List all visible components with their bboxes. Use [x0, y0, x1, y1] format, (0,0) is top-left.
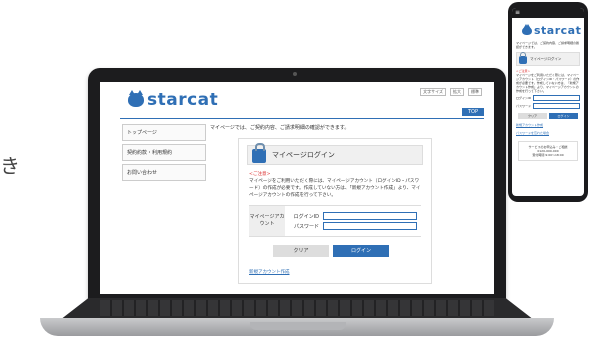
phone-screen: ≡ starcat マイページでは、ご契約内容、ご請求明細の確認ができます。 マ…	[512, 8, 584, 196]
login-form: マイページアカウント ログインID パスワード	[249, 205, 421, 237]
nav-item-terms[interactable]: 契約約款・利用規約	[122, 144, 206, 161]
login-box: マイページログイン <ご注意> マイページをご利用いただく際には、マイページアカ…	[238, 138, 432, 284]
phone-login-button[interactable]: ログイン	[549, 113, 578, 119]
phone-new-account-link[interactable]: 新規アカウント作成	[516, 123, 580, 127]
font-size-link[interactable]: 文字サイズ	[420, 88, 446, 96]
phone-password-input[interactable]	[533, 103, 580, 109]
laptop-keys	[100, 300, 494, 316]
footer-hours: 受付時間 9:00〜18:00	[532, 153, 564, 157]
login-title: マイページログイン	[272, 151, 335, 159]
nav-item-contact[interactable]: お問い合わせ	[122, 164, 206, 181]
password-label: パスワード	[293, 223, 319, 230]
camera-dot	[293, 72, 297, 76]
phone-logo[interactable]: starcat	[522, 23, 584, 37]
side-nav: トップページ 契約約款・利用規約 お問い合わせ	[122, 124, 206, 184]
login-header: マイページログイン	[247, 143, 423, 165]
enlarge-link[interactable]: 拡大	[450, 88, 464, 96]
clear-button[interactable]: クリア	[273, 245, 329, 257]
intro-text: マイページでは、ご契約内容、ご請求明細の確認ができます。	[210, 125, 350, 131]
cat-logo-icon	[128, 90, 144, 107]
phone-login-id-input[interactable]	[533, 95, 580, 101]
login-id-input[interactable]	[323, 212, 417, 220]
cat-logo-icon	[522, 23, 532, 35]
phone-intro: マイページでは、ご契約内容、ご請求明細の確認ができます。	[516, 41, 579, 49]
laptop-screen: starcat 文字サイズ 拡大 標準 TOP トップページ 契約約款・利用規約…	[100, 82, 494, 294]
notice-body: マイページをご利用いただく際には、マイページアカウント（ログインID・パスワード…	[249, 179, 421, 198]
phone-forgot-password-link[interactable]: パスワードを忘れた場合	[516, 131, 580, 135]
laptop-lid: starcat 文字サイズ 拡大 標準 TOP トップページ 契約約款・利用規約…	[88, 68, 506, 300]
side-text: き	[0, 154, 20, 178]
top-button[interactable]: TOP	[462, 108, 484, 116]
password-input[interactable]	[323, 222, 417, 230]
phone-frame: ≡ starcat マイページでは、ご契約内容、ご請求明細の確認ができます。 マ…	[508, 2, 588, 202]
notice-title: <ご注意>	[249, 172, 271, 177]
new-account-link[interactable]: 新規アカウント作成	[249, 269, 431, 275]
laptop-touchpad	[250, 322, 346, 330]
phone-notice: <ご注意> マイページをご利用いただく際には、マイページアカウント（ログインID…	[516, 69, 580, 93]
lock-icon	[519, 52, 527, 64]
header-divider	[120, 118, 484, 119]
phone-login-title: マイページログイン	[530, 56, 562, 61]
phone-footer: サービスのお申込み・ご相談 0120-000-000 受付時間 9:00〜18:…	[518, 141, 578, 161]
login-id-label: ログインID	[293, 213, 319, 220]
standard-link[interactable]: 標準	[468, 88, 482, 96]
lock-icon	[252, 143, 266, 163]
phone-login-id-label: ログインID	[516, 96, 532, 100]
phone-notice-body: マイページをご利用いただく際には、マイページアカウント（ログインID・パスワード…	[516, 73, 580, 93]
menu-icon[interactable]: ≡	[512, 8, 584, 18]
phone-login-header: マイページログイン	[516, 52, 580, 66]
site-logo[interactable]: starcat	[128, 90, 218, 110]
login-button[interactable]: ログイン	[333, 245, 389, 257]
nav-item-top[interactable]: トップページ	[122, 124, 206, 141]
phone-clear-button[interactable]: クリア	[518, 113, 547, 119]
phone-password-label: パスワード	[516, 104, 532, 108]
form-section-label: マイページアカウント	[249, 206, 285, 236]
notice: <ご注意> マイページをご利用いただく際には、マイページアカウント（ログインID…	[249, 171, 421, 199]
util-links: 文字サイズ 拡大 標準	[420, 88, 482, 96]
